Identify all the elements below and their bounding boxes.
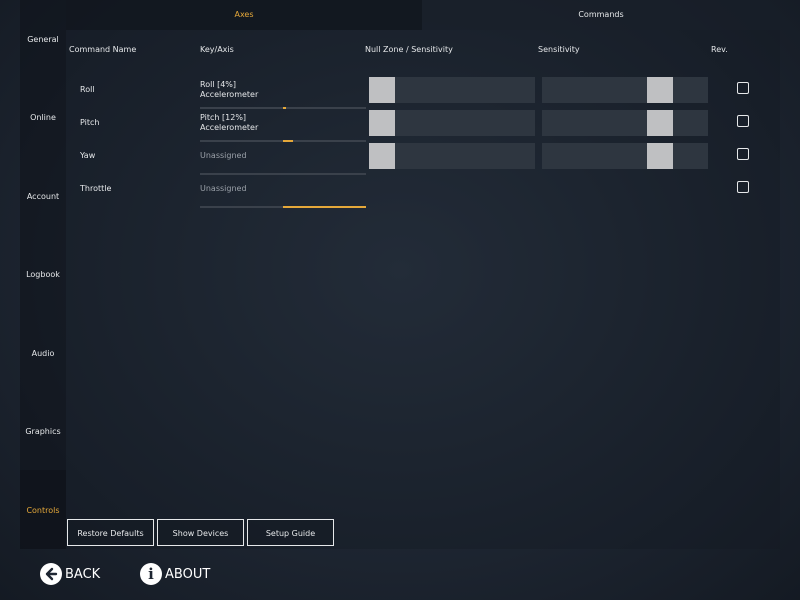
back-label: BACK [65, 566, 101, 582]
sidebar-item-online[interactable]: Online [20, 113, 66, 122]
sensitivity-slider-yaw[interactable] [542, 143, 708, 169]
axis-indicator-fill [283, 140, 293, 142]
axis-indicator-pitch [200, 140, 366, 142]
key-axis-pitch-line1: Pitch [12%] [200, 113, 247, 122]
null-zone-slider-yaw[interactable] [369, 143, 535, 169]
slider-thumb[interactable] [647, 77, 673, 103]
controls-panel: Axes Commands Command Name Key/Axis Null… [66, 0, 780, 549]
sidebar-item-account[interactable]: Account [20, 192, 66, 201]
row-name-throttle: Throttle [80, 184, 112, 193]
settings-sidebar: General Online Account Logbook Audio Gra… [20, 0, 66, 549]
slider-thumb[interactable] [369, 110, 395, 136]
axis-indicator-throttle [200, 206, 366, 208]
column-header-null-zone: Null Zone / Sensitivity [365, 45, 453, 54]
sidebar-item-audio[interactable]: Audio [20, 349, 66, 358]
reverse-checkbox-throttle[interactable] [737, 181, 749, 193]
slider-thumb[interactable] [647, 143, 673, 169]
axis-indicator-roll [200, 107, 366, 109]
sidebar-item-logbook[interactable]: Logbook [20, 270, 66, 279]
slider-thumb[interactable] [369, 77, 395, 103]
back-arrow-icon [40, 563, 62, 585]
row-name-roll: Roll [80, 85, 95, 94]
sensitivity-slider-pitch[interactable] [542, 110, 708, 136]
row-name-pitch: Pitch [80, 118, 100, 127]
column-header-key-axis: Key/Axis [200, 45, 234, 54]
reverse-checkbox-yaw[interactable] [737, 148, 749, 160]
setup-guide-button[interactable]: Setup Guide [247, 519, 334, 546]
about-label: ABOUT [165, 566, 211, 582]
null-zone-slider-roll[interactable] [369, 77, 535, 103]
column-header-sensitivity: Sensitivity [538, 45, 580, 54]
key-axis-roll[interactable]: Roll [4%] Accelerometer [200, 80, 258, 100]
info-icon: i [140, 563, 162, 585]
key-axis-pitch[interactable]: Pitch [12%] Accelerometer [200, 113, 258, 133]
sensitivity-slider-roll[interactable] [542, 77, 708, 103]
axis-indicator-yaw [200, 173, 366, 175]
sidebar-item-controls[interactable]: Controls [20, 506, 66, 515]
sidebar-item-graphics[interactable]: Graphics [20, 427, 66, 436]
column-header-command-name: Command Name [69, 45, 137, 54]
back-button[interactable]: BACK [40, 561, 100, 587]
tab-axes[interactable]: Axes [66, 0, 422, 30]
row-name-yaw: Yaw [80, 151, 96, 160]
tab-commands[interactable]: Commands [422, 0, 780, 30]
column-header-rev: Rev. [711, 45, 728, 54]
key-axis-roll-line1: Roll [4%] [200, 80, 237, 89]
show-devices-button[interactable]: Show Devices [157, 519, 244, 546]
key-axis-roll-line2: Accelerometer [200, 90, 259, 99]
about-button[interactable]: i ABOUT [140, 561, 210, 587]
tab-bar: Axes Commands [66, 0, 780, 30]
sidebar-item-general[interactable]: General [20, 35, 66, 44]
reverse-checkbox-pitch[interactable] [737, 115, 749, 127]
key-axis-yaw[interactable]: Unassigned [200, 151, 247, 161]
slider-thumb[interactable] [369, 143, 395, 169]
key-axis-throttle[interactable]: Unassigned [200, 184, 247, 194]
null-zone-slider-pitch[interactable] [369, 110, 535, 136]
axis-indicator-fill [283, 107, 287, 109]
restore-defaults-button[interactable]: Restore Defaults [67, 519, 154, 546]
reverse-checkbox-roll[interactable] [737, 82, 749, 94]
slider-thumb[interactable] [647, 110, 673, 136]
key-axis-pitch-line2: Accelerometer [200, 123, 259, 132]
axis-indicator-fill [283, 206, 366, 208]
